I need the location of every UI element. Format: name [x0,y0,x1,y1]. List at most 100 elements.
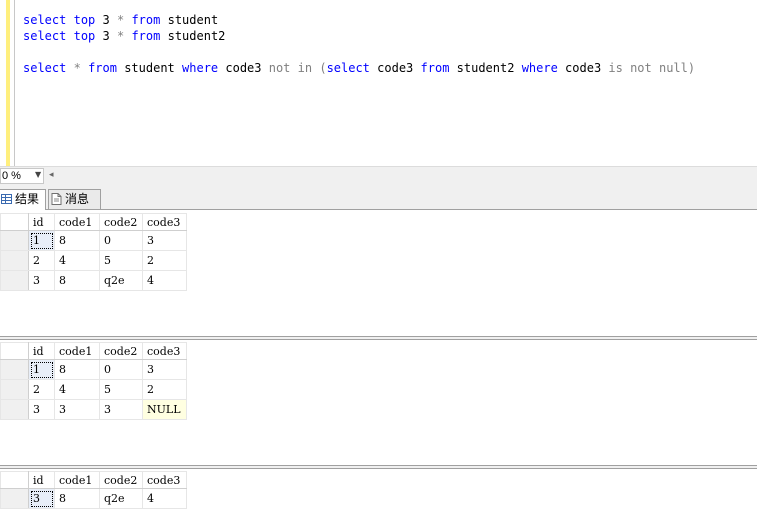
scroll-left-icon[interactable]: ◂ [49,170,54,180]
keyword: where [521,61,558,75]
grid-cell[interactable]: 5 [99,379,143,400]
operator: * [116,29,125,43]
table-row[interactable]: 2 4 5 2 [0,250,187,271]
null-cell[interactable]: NULL [142,399,187,420]
table-row[interactable]: 2 4 5 2 [0,379,187,400]
operator: not in [268,61,313,75]
column-header-code1[interactable]: code1 [54,342,100,360]
keyword: from [131,29,161,43]
table-row[interactable]: 3 3 3 NULL [0,399,187,420]
query-editor[interactable]: select top 3 * from student select top 3… [0,0,757,166]
table-row[interactable]: 1 8 0 3 [0,230,187,251]
keyword: select [23,13,67,27]
grid-cell[interactable]: 5 [99,250,143,271]
table-row[interactable]: 3 8 q2e 4 [0,270,187,291]
row-header[interactable] [0,359,29,380]
grid-cell[interactable]: 3 [99,399,143,420]
operator: * [116,13,125,27]
column-header-code2[interactable]: code2 [99,213,143,231]
grid-cell[interactable]: 2 [142,379,187,400]
grid-cell[interactable]: 3 [28,488,55,509]
column-header-code3[interactable]: code3 [142,342,187,360]
column-header-code1[interactable]: code1 [54,213,100,231]
keyword: select [23,29,67,43]
grid-cell[interactable]: 3 [142,230,187,251]
code-line-1[interactable]: select top 3 * from student [23,13,218,27]
grid-header-row: id code1 code2 code3 [0,342,187,360]
number-literal: 3 [102,29,110,43]
row-header[interactable] [0,230,29,251]
identifier: code3 [225,61,262,75]
operator: ) [687,61,696,75]
grid-cell[interactable]: 1 [28,359,55,380]
row-header[interactable] [0,250,29,271]
table-row[interactable]: 1 8 0 3 [0,359,187,380]
operator: is not null [608,61,688,75]
keyword: from [88,61,117,75]
grid-cell[interactable]: 2 [28,379,55,400]
document-icon [51,193,62,205]
identifier: student2 [167,29,226,43]
grid-cell[interactable]: 8 [54,359,100,380]
grid-cell[interactable]: 3 [28,399,55,420]
grid-cell[interactable]: 0 [99,230,143,251]
tab-messages-label: 消息 [65,192,90,206]
grid-cell[interactable]: 3 [54,399,100,420]
chevron-down-icon[interactable]: ▼ [35,170,41,179]
row-header[interactable] [0,379,29,400]
result-grid-2[interactable]: id code1 code2 code3 1 8 0 3 2 4 5 2 3 3… [0,342,187,420]
result-grid-1[interactable]: id code1 code2 code3 1 8 0 3 2 4 5 2 3 8… [0,213,187,291]
operator: * [73,61,81,75]
column-header-code2[interactable]: code2 [99,471,143,489]
identifier: code3 [565,61,602,75]
tab-results[interactable]: 结果 [0,189,46,210]
column-header-id[interactable]: id [28,471,55,489]
column-header-id[interactable]: id [28,342,55,360]
table-row[interactable]: 3 8 q2e 4 [0,488,187,509]
grid-cell[interactable]: 8 [54,488,100,509]
grid-cell[interactable]: 8 [54,230,100,251]
grid-cell[interactable]: 0 [99,359,143,380]
identifier: student2 [456,61,515,75]
code-line-4[interactable]: select * from student where code3 not in… [23,61,695,75]
grid-cell[interactable]: 4 [54,379,100,400]
grid-cell[interactable]: 3 [28,270,55,291]
code-line-2[interactable]: select top 3 * from student2 [23,29,225,43]
row-header[interactable] [0,399,29,420]
grid-cell[interactable]: q2e [99,488,143,509]
result-grid-3[interactable]: id code1 code2 code3 3 8 q2e 4 [0,471,187,509]
keyword: from [420,61,450,75]
grid-cell[interactable]: 4 [54,250,100,271]
grid-cell[interactable]: 1 [28,230,55,251]
column-header-code2[interactable]: code2 [99,342,143,360]
tab-messages[interactable]: 消息 [48,189,101,209]
column-header-code3[interactable]: code3 [142,471,187,489]
corner-cell[interactable] [0,342,29,360]
grid-cell[interactable]: 4 [142,270,187,291]
column-header-code3[interactable]: code3 [142,213,187,231]
corner-cell[interactable] [0,471,29,489]
editor-status-bar: 0 % ▼ ◂ [0,166,757,187]
result-pane-1: id code1 code2 code3 1 8 0 3 2 4 5 2 3 8… [0,210,757,336]
result-pane-2: id code1 code2 code3 1 8 0 3 2 4 5 2 3 3… [0,340,757,465]
keyword: from [131,13,161,27]
number-literal: 3 [102,13,110,27]
corner-cell[interactable] [0,213,29,231]
row-header[interactable] [0,488,29,509]
identifier: student [167,13,219,27]
grid-header-row: id code1 code2 code3 [0,471,187,489]
grid-cell[interactable]: 2 [28,250,55,271]
keyword: top [73,13,96,27]
operator: ( [319,61,327,75]
grid-cell[interactable]: q2e [99,270,143,291]
grid-cell[interactable]: 2 [142,250,187,271]
grid-cell[interactable]: 3 [142,359,187,380]
grid-cell[interactable]: 8 [54,270,100,291]
keyword: select [23,61,67,75]
column-header-code1[interactable]: code1 [54,471,100,489]
row-header[interactable] [0,270,29,291]
keyword: top [73,29,96,43]
grid-cell[interactable]: 4 [142,488,187,509]
editor-gutter [14,0,15,166]
column-header-id[interactable]: id [28,213,55,231]
